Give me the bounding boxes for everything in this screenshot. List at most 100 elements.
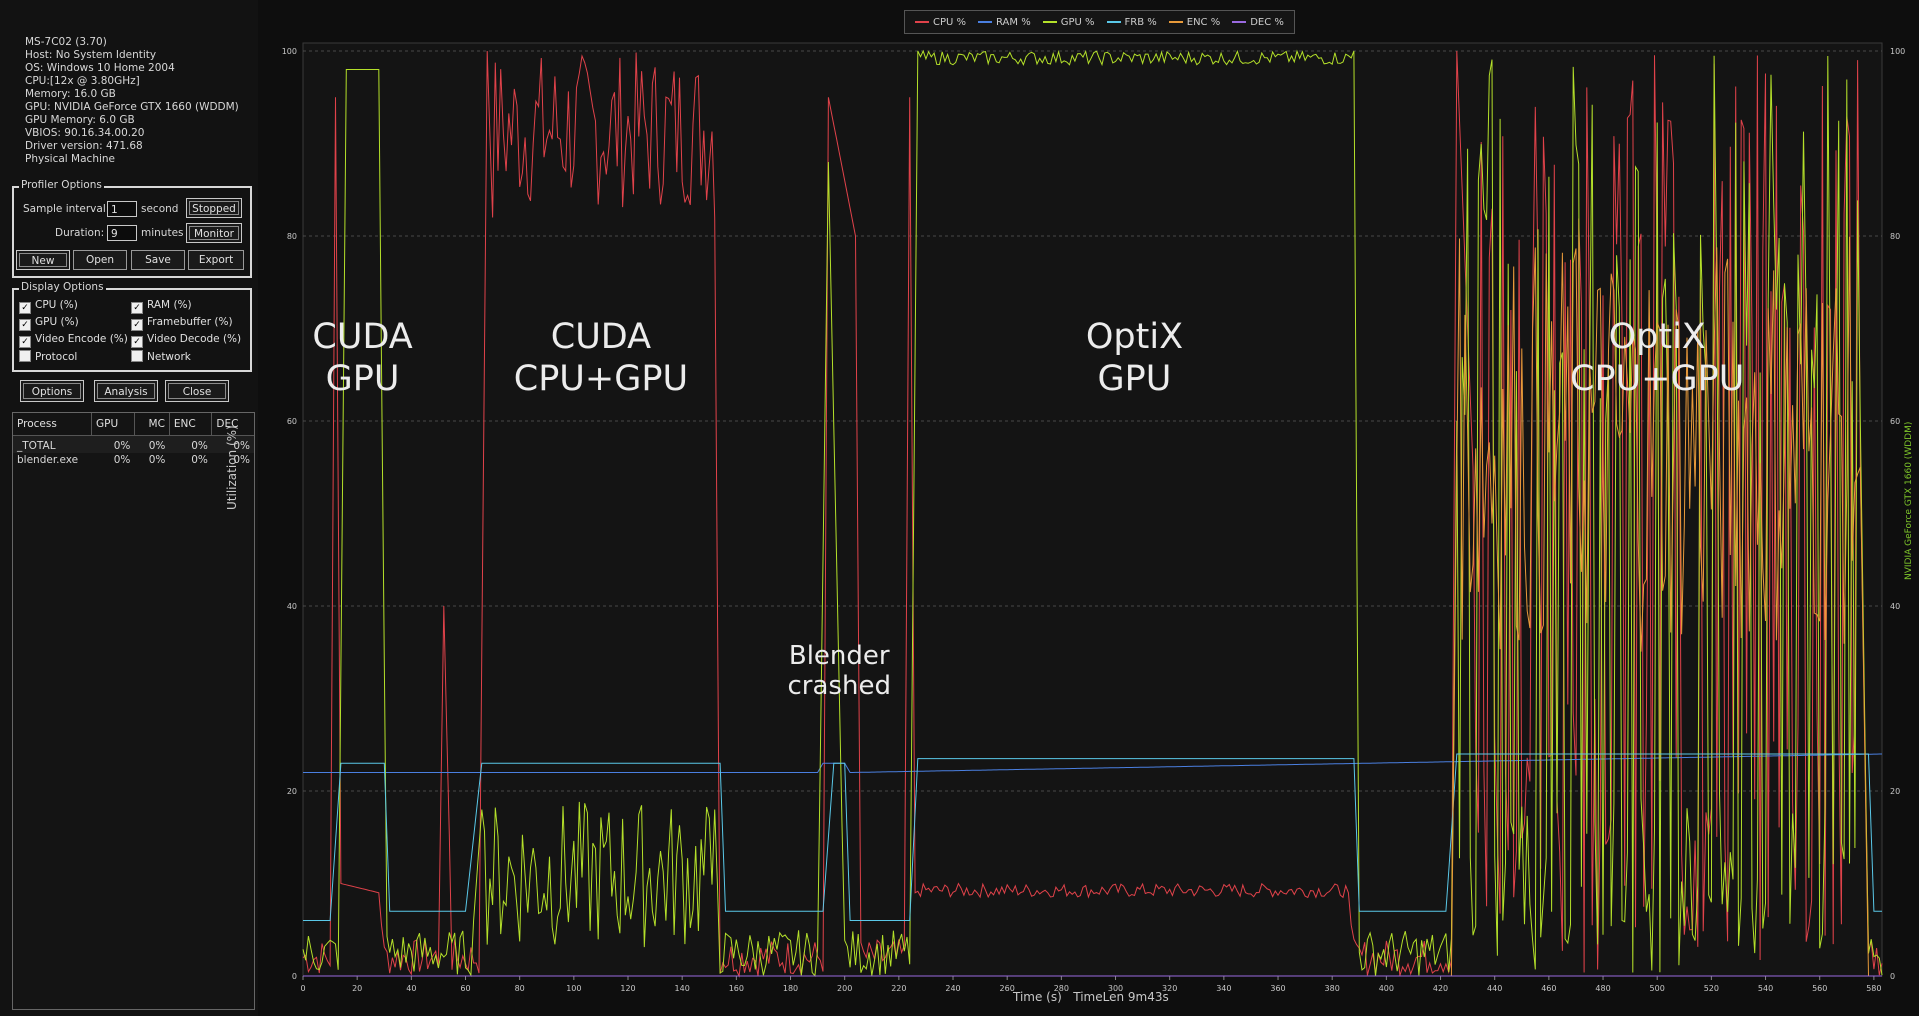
checkbox-protocol-box[interactable]: [19, 350, 31, 362]
legend-swatch: [1232, 21, 1247, 23]
legend-item[interactable]: GPU %: [1042, 17, 1095, 28]
annotation-line: GPU: [1097, 359, 1172, 400]
x-tick-label: 580: [1866, 984, 1881, 993]
checkbox-protocol[interactable]: Protocol: [19, 350, 77, 363]
duration-unit: minutes: [141, 227, 184, 239]
legend-swatch: [1168, 21, 1183, 23]
y-tick-label: 60: [287, 417, 297, 426]
checkbox-cpu-label: CPU (%): [35, 299, 78, 311]
monitor-button[interactable]: Monitor: [186, 223, 242, 243]
chart-annotation: CUDA CPU+GPU: [451, 316, 751, 400]
sysinfo-line: Host: No System Identity: [25, 49, 157, 61]
options-button[interactable]: Options: [20, 380, 84, 402]
table-row[interactable]: _TOTAL 0% 0% 0% 0%: [13, 435, 254, 453]
legend-swatch: [978, 21, 993, 23]
chart-annotation: Blender crashed: [689, 641, 989, 701]
x-tick-label: 80: [515, 984, 525, 993]
x-tick-label: 100: [566, 984, 581, 993]
legend-label: ENC %: [1186, 16, 1221, 28]
x-tick-label: 540: [1758, 984, 1773, 993]
x-tick-label: 220: [891, 984, 906, 993]
legend-item[interactable]: RAM %: [978, 17, 1031, 28]
x-tick-label: 200: [837, 984, 852, 993]
checkbox-network-box[interactable]: [131, 350, 143, 362]
y-tick-label: 40: [287, 602, 297, 611]
x-axis-label: Time (s) TimeLen 9m43s: [1013, 990, 1169, 1004]
system-info: MS-7C02 (3.70) Host: No System Identity …: [25, 36, 239, 166]
y-tick-label-right: 0: [1890, 972, 1895, 981]
utilization-chart[interactable]: 0 020 2040 4060 6080 80100 1000 20 40 60 80 100 120 1…: [260, 0, 1919, 1016]
sysinfo-line: Memory: 16.0 GB: [25, 88, 116, 100]
x-tick-label: 420: [1433, 984, 1448, 993]
x-tick-label: 240: [945, 984, 960, 993]
x-tick-label: 560: [1812, 984, 1827, 993]
display-options-title: Display Options: [19, 281, 106, 293]
legend-item[interactable]: DEC %: [1232, 17, 1284, 28]
checkbox-protocol-label: Protocol: [35, 351, 78, 363]
checkbox-video-encode-box[interactable]: ✓: [19, 336, 31, 348]
annotation-line: Blender: [788, 640, 890, 671]
save-button[interactable]: Save: [131, 250, 185, 270]
process-name: blender.exe: [17, 454, 79, 466]
y-tick-label-right: 40: [1890, 602, 1900, 611]
checkbox-gpu[interactable]: ✓ GPU (%): [19, 316, 79, 331]
duration-label: Duration:: [55, 227, 105, 239]
process-gpu: 0%: [113, 454, 131, 466]
x-tick-label: 160: [729, 984, 744, 993]
checkbox-cpu[interactable]: ✓ CPU (%): [19, 299, 78, 314]
sample-interval-unit: second: [141, 203, 179, 215]
checkbox-gpu-box[interactable]: ✓: [19, 319, 31, 331]
annotation-line: CPU+GPU: [513, 359, 689, 400]
sysinfo-line: GPU Memory: 6.0 GB: [25, 114, 135, 126]
gpu-column-header[interactable]: GPU: [91, 413, 135, 436]
process-mc: 0%: [148, 440, 166, 452]
y-tick-label: 0: [292, 972, 297, 981]
x-tick-label: 140: [675, 984, 690, 993]
sample-interval-input[interactable]: 1: [107, 201, 137, 217]
analysis-button[interactable]: Analysis: [94, 380, 158, 402]
mc-column-header[interactable]: MC: [134, 413, 170, 436]
profiler-options-group: Profiler Options Sample interval: 1 seco…: [12, 179, 252, 278]
stopped-button[interactable]: Stopped: [186, 198, 242, 218]
checkbox-network[interactable]: Network: [131, 350, 191, 363]
process-column-header[interactable]: Process: [13, 413, 92, 436]
x-tick-label: 40: [406, 984, 416, 993]
export-button[interactable]: Export: [188, 250, 244, 270]
enc-column-header[interactable]: ENC: [169, 413, 213, 436]
x-tick-label: 520: [1704, 984, 1719, 993]
legend-label: RAM %: [996, 16, 1031, 28]
checkbox-ram-box[interactable]: ✓: [131, 302, 143, 314]
profiler-options-title: Profiler Options: [19, 179, 104, 191]
x-tick-label: 400: [1379, 984, 1394, 993]
gpu-name-vertical-label: NVIDIA GeForce GTX 1660 (WDDM): [1904, 421, 1914, 580]
checkbox-video-decode-box[interactable]: ✓: [131, 336, 143, 348]
annotation-line: OptiX: [1085, 317, 1184, 358]
timelen-label: TimeLen 9m43s: [1073, 990, 1169, 1004]
checkbox-video-encode[interactable]: ✓ Video Encode (%): [19, 333, 128, 348]
duration-input[interactable]: 9: [107, 225, 137, 241]
x-tick-label: 20: [352, 984, 362, 993]
y-tick-label: 20: [287, 787, 297, 796]
new-button[interactable]: New: [16, 250, 70, 270]
process-name: _TOTAL: [17, 440, 56, 452]
checkbox-cpu-box[interactable]: ✓: [19, 302, 31, 314]
x-tick-label: 0: [300, 984, 305, 993]
open-button[interactable]: Open: [73, 250, 127, 270]
legend-item[interactable]: ENC %: [1168, 16, 1221, 28]
checkbox-network-label: Network: [147, 351, 191, 363]
checkbox-framebuffer-box[interactable]: ✓: [131, 319, 143, 331]
legend-item[interactable]: CPU %: [915, 17, 966, 28]
process-table: Process GPU MC ENC DEC _TOTAL 0% 0% 0% 0…: [12, 412, 255, 1010]
table-row[interactable]: blender.exe 0% 0% 0% 0%: [13, 453, 254, 467]
y-tick-label-right: 60: [1890, 417, 1900, 426]
sysinfo-line: GPU: NVIDIA GeForce GTX 1660 (WDDM): [25, 101, 239, 113]
process-enc: 0%: [191, 440, 208, 452]
sysinfo-line: Driver version: 471.68: [25, 140, 143, 152]
y-tick-label-right: 80: [1890, 232, 1900, 241]
sample-interval-label: Sample interval:: [23, 203, 110, 215]
checkbox-ram[interactable]: ✓ RAM (%): [131, 299, 192, 314]
legend-swatch: [1042, 21, 1057, 23]
checkbox-ram-label: RAM (%): [147, 299, 192, 311]
legend-item[interactable]: FRB %: [1106, 17, 1157, 28]
y-tick-label-right: 100: [1890, 47, 1905, 56]
